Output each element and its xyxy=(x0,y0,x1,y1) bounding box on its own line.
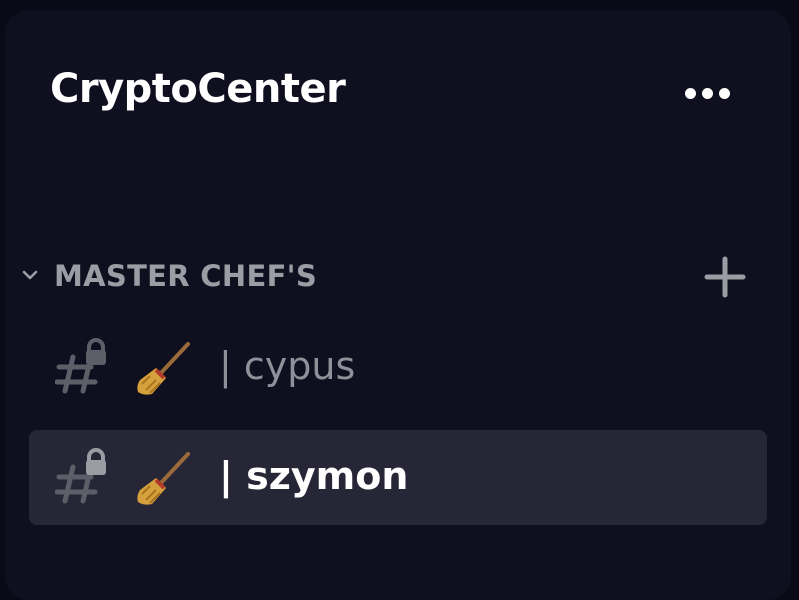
locked-hashtag-icon xyxy=(55,448,106,504)
category-label: MASTER CHEF'S xyxy=(54,259,318,293)
more-dot xyxy=(718,87,730,99)
category-header[interactable]: MASTER CHEF'S xyxy=(14,250,774,306)
channel-name: | szymon xyxy=(219,454,409,498)
channel-item-cypus[interactable]: | cypus xyxy=(29,320,767,415)
channel-item-szymon[interactable]: | szymon xyxy=(29,430,767,525)
broom-emoji xyxy=(137,452,190,505)
server-title[interactable]: CryptoCenter xyxy=(50,66,346,112)
more-dot xyxy=(701,87,713,99)
server-menu-button[interactable] xyxy=(676,78,738,108)
chevron-down-icon xyxy=(22,270,38,280)
broom-emoji xyxy=(137,342,190,395)
locked-hashtag-icon xyxy=(55,338,106,394)
plus-icon[interactable] xyxy=(700,252,750,302)
channel-name: | cypus xyxy=(219,344,356,388)
more-horizontal-icon xyxy=(684,87,696,99)
